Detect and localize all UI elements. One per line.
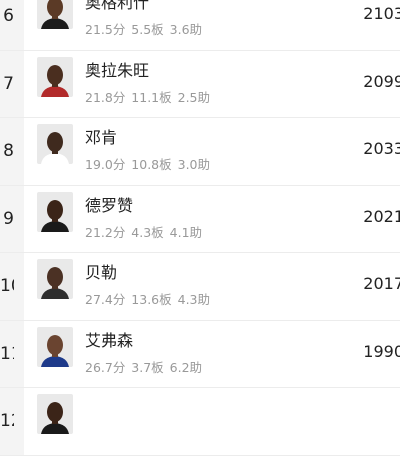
player-stats: 21.2分 4.3板 4.1助 (85, 224, 203, 240)
player-avatar[interactable] (37, 259, 73, 299)
player-avatar[interactable] (37, 394, 73, 434)
player-stats: 26.7分 3.7板 6.2助 (85, 359, 203, 375)
player-score: 2021 (363, 206, 400, 226)
player-row[interactable]: 6 奥格利什 21.5分 5.5板 3.6助 2103 (0, 0, 400, 51)
player-row[interactable]: 11 艾弗森 26.7分 3.7板 6.2助 1990 (0, 320, 400, 388)
rank-number: 10 (0, 276, 14, 296)
rank-cell: 10 (0, 253, 24, 320)
player-avatar[interactable] (37, 124, 73, 164)
rank-cell: 11 (0, 320, 24, 387)
rank-cell: 7 (0, 50, 24, 117)
player-stats: 27.4分 13.6板 4.3助 (85, 292, 210, 307)
player-name[interactable]: 奥格利什 (85, 0, 149, 13)
rank-cell: 6 (0, 0, 24, 50)
player-score: 1990 (363, 341, 400, 361)
player-name[interactable]: 贝勒 (85, 263, 117, 283)
ranking-list: 6 奥格利什 21.5分 5.5板 3.6助 2103 7 奥拉朱旺 21.8分… (0, 0, 400, 456)
player-stats: 19.0分 10.8板 3.0助 (85, 157, 210, 172)
rank-number: 11 (0, 343, 14, 364)
rank-number: 8 (3, 141, 14, 161)
player-name[interactable]: 德罗赞 (85, 196, 133, 216)
player-avatar[interactable] (37, 56, 73, 97)
player-score: 2033 (363, 139, 400, 158)
rank-number: 7 (3, 73, 14, 94)
player-row[interactable]: 10 贝勒 27.4分 13.6板 4.3助 2017 (0, 253, 400, 321)
player-row[interactable]: 9 德罗赞 21.2分 4.3板 4.1助 2021 (0, 185, 400, 253)
rank-cell: 9 (0, 185, 24, 252)
player-name[interactable]: 邓肯 (85, 128, 117, 148)
rank-cell: 12 (0, 388, 24, 455)
player-avatar[interactable] (37, 191, 73, 232)
player-row[interactable]: 8 邓肯 19.0分 10.8板 3.0助 2033 (0, 118, 400, 186)
player-row[interactable]: 7 奥拉朱旺 21.8分 11.1板 2.5助 2099 (0, 50, 400, 118)
player-avatar[interactable] (37, 326, 73, 367)
player-score: 2017 (363, 274, 400, 293)
player-name[interactable]: 奥拉朱旺 (85, 61, 149, 81)
rank-cell: 8 (0, 118, 24, 185)
player-row[interactable]: 12 (0, 388, 400, 456)
player-stats: 21.5分 5.5板 3.6助 (85, 22, 203, 37)
player-score: 2099 (363, 71, 400, 91)
player-score: 2103 (363, 4, 400, 23)
player-stats: 21.8分 11.1板 2.5助 (85, 89, 210, 105)
player-avatar[interactable] (37, 0, 73, 29)
rank-number: 9 (3, 208, 14, 229)
rank-number: 12 (0, 411, 14, 431)
rank-number: 6 (3, 6, 14, 26)
player-name[interactable]: 艾弗森 (85, 331, 133, 351)
